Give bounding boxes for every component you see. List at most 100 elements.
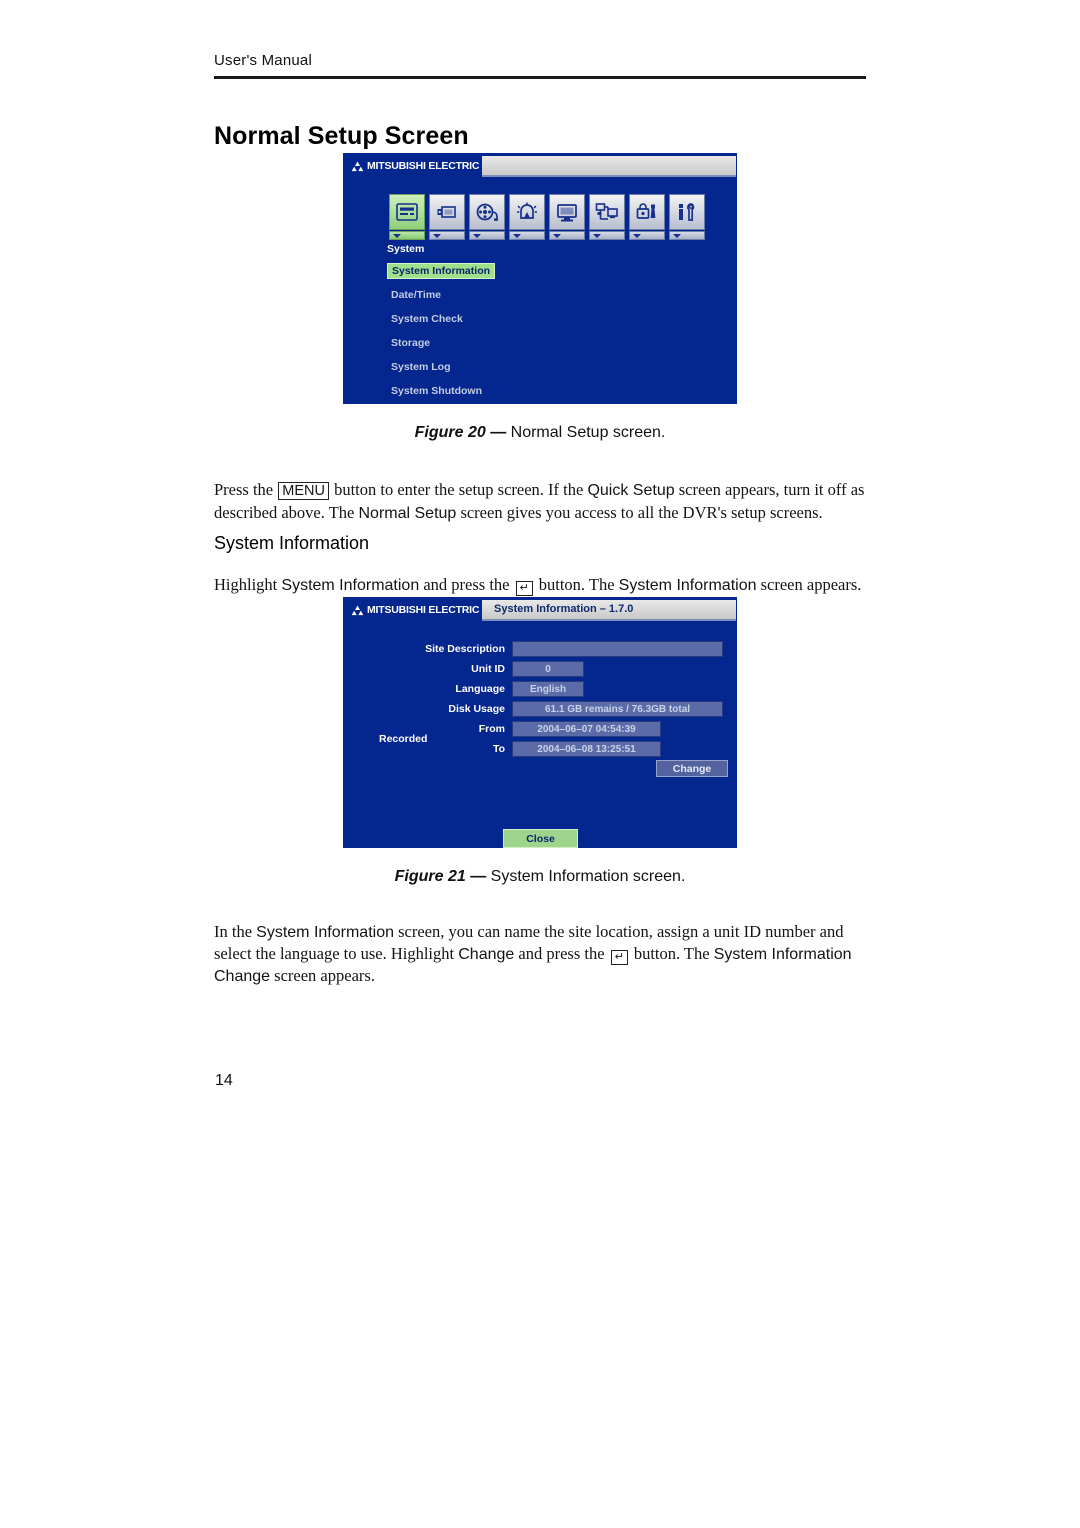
toolbar-dropdown-arrow[interactable] <box>549 231 585 240</box>
label-site-description: Site Description <box>425 643 505 655</box>
mitsubishi-logo: MITSUBISHI ELECTRIC <box>351 604 479 616</box>
heading-system-information: System Information <box>214 532 370 553</box>
sysinfo-body-paragraph: In the System Information screen, you ca… <box>214 921 868 987</box>
sysintro-seg3: button. The <box>534 574 619 594</box>
enter-key-icon: ↵ <box>515 580 533 596</box>
ui-term-system-information-2: System Information <box>618 576 757 594</box>
sysbody-seg5: screen appears. <box>270 965 375 985</box>
sysbody-seg4: button. The <box>629 943 714 963</box>
setup-titlebar: MITSUBISHI ELECTRIC <box>343 153 737 180</box>
sysbody-seg1: In the <box>214 921 257 941</box>
toolbar-dropdown-arrow[interactable] <box>389 231 425 240</box>
film-reel-icon[interactable] <box>469 194 505 230</box>
row-language: Language English <box>343 681 737 697</box>
toolbar-item-camera[interactable] <box>429 194 465 240</box>
menu-item-system-shutdown[interactable]: System Shutdown <box>387 383 486 399</box>
toolbar-dropdown-arrow[interactable] <box>669 231 705 240</box>
label-disk-usage: Disk Usage <box>448 703 505 715</box>
menu-group-label: System <box>387 243 425 255</box>
site-description-field[interactable] <box>512 641 723 657</box>
page-title: Normal Setup Screen <box>214 121 469 150</box>
sysintro-seg1: Highlight <box>214 574 282 594</box>
menu-item-system-check[interactable]: System Check <box>387 311 467 327</box>
label-recorded: Recorded <box>379 733 428 745</box>
toolbar-dropdown-arrow[interactable] <box>429 231 465 240</box>
change-button[interactable]: Change <box>656 760 728 777</box>
intro-seg1: Press the <box>214 479 278 499</box>
header-rule <box>214 76 866 79</box>
menu-item-date-time[interactable]: Date/Time <box>387 287 445 303</box>
ui-term-system-information: System Information <box>281 576 420 594</box>
sysinfo-titlebar: MITSUBISHI ELECTRIC System Information –… <box>343 597 737 624</box>
row-disk-usage: Disk Usage 61.1 GB remains / 76.3GB tota… <box>343 701 737 717</box>
unit-id-field[interactable]: 0 <box>512 661 584 677</box>
menu-item-system-log[interactable]: System Log <box>387 359 455 375</box>
setup-title-strip <box>482 156 736 177</box>
network-icon[interactable] <box>589 194 625 230</box>
toolbar-dropdown-arrow[interactable] <box>589 231 625 240</box>
row-site-description: Site Description <box>343 641 737 657</box>
ui-term-normal-setup: Normal Setup <box>358 504 457 522</box>
toolbar-dropdown-arrow[interactable] <box>469 231 505 240</box>
figure-20-text: Normal Setup screen. <box>510 424 666 441</box>
label-unit-id: Unit ID <box>471 663 505 675</box>
system-information-screenshot: MITSUBISHI ELECTRIC System Information –… <box>343 597 737 848</box>
figure-20-caption: Figure 20 — Normal Setup screen. <box>0 424 1080 442</box>
recorded-block: Recorded From 2004–06–07 04:54:39 To 200… <box>343 721 737 757</box>
setup-toolbar[interactable] <box>389 194 705 240</box>
label-language: Language <box>455 683 505 695</box>
enter-key-icon: ↵ <box>610 949 628 965</box>
sysinfo-intro-paragraph: Highlight System Information and press t… <box>214 574 868 596</box>
sysbody-seg3: and press the <box>514 943 609 963</box>
mitsubishi-diamond-icon <box>351 605 364 616</box>
ui-term-quick-setup: Quick Setup <box>587 481 675 499</box>
menu-key-box: MENU <box>278 481 329 500</box>
toolbar-dropdown-arrow[interactable] <box>629 231 665 240</box>
row-unit-id: Unit ID 0 <box>343 661 737 677</box>
normal-setup-screenshot: MITSUBISHI ELECTRIC System System Inform… <box>343 153 737 404</box>
toolbar-item-display[interactable] <box>549 194 585 240</box>
recorded-to-value: 2004–06–08 13:25:51 <box>512 741 661 757</box>
camera-icon[interactable] <box>429 194 465 230</box>
toolbar-item-security[interactable] <box>629 194 665 240</box>
toolbar-dropdown-arrow[interactable] <box>509 231 545 240</box>
brand-text: MITSUBISHI ELECTRIC <box>367 160 480 172</box>
running-head: User's Manual <box>214 52 312 69</box>
sysintro-seg4: screen appears. <box>756 574 862 594</box>
brand-text: MITSUBISHI ELECTRIC <box>367 604 480 616</box>
ui-term-system-information-3: System Information <box>256 923 394 941</box>
menu-item-storage[interactable]: Storage <box>387 335 434 351</box>
dvr-icon[interactable] <box>389 194 425 230</box>
toolbar-item-record[interactable] <box>469 194 505 240</box>
monitor-icon[interactable] <box>549 194 585 230</box>
toolbar-item-system[interactable] <box>389 194 425 240</box>
recorded-from-value: 2004–06–07 04:54:39 <box>512 721 661 737</box>
intro-seg4: screen gives you access to all the DVR's… <box>456 502 823 522</box>
mitsubishi-diamond-icon <box>351 161 364 172</box>
close-button[interactable]: Close <box>503 829 578 848</box>
disk-usage-value: 61.1 GB remains / 76.3GB total <box>512 701 723 717</box>
manual-page: User's Manual Normal Setup Screen MITSUB… <box>0 0 1080 1528</box>
toolbar-item-network[interactable] <box>589 194 625 240</box>
sysintro-seg2: and press the <box>419 574 514 594</box>
tools-icon[interactable] <box>669 194 705 230</box>
sysinfo-title-strip: System Information – 1.7.0 <box>482 600 736 621</box>
toolbar-item-config[interactable] <box>669 194 705 240</box>
lock-icon[interactable] <box>629 194 665 230</box>
intro-paragraph: Press the MENU button to enter the setup… <box>214 479 868 524</box>
menu-item-system-information[interactable]: System Information <box>387 263 496 279</box>
toolbar-item-event[interactable] <box>509 194 545 240</box>
language-field[interactable]: English <box>512 681 584 697</box>
figure-21-label: Figure 21 — <box>394 868 487 885</box>
label-recorded-from: From <box>478 723 505 735</box>
sysinfo-title-text: System Information – 1.7.0 <box>494 603 634 615</box>
alarm-icon[interactable] <box>509 194 545 230</box>
figure-20-label: Figure 20 — <box>414 424 507 441</box>
page-number: 14 <box>215 1072 233 1089</box>
intro-seg2: button to enter the setup screen. If the <box>329 479 588 499</box>
setup-menu-list[interactable]: System Information Date/Time System Chec… <box>387 261 587 404</box>
figure-21-text: System Information screen. <box>490 868 686 885</box>
ui-term-change: Change <box>458 945 515 963</box>
figure-21-caption: Figure 21 — System Information screen. <box>0 868 1080 886</box>
system-information-form: Site Description Unit ID 0 Language Engl… <box>343 641 737 761</box>
